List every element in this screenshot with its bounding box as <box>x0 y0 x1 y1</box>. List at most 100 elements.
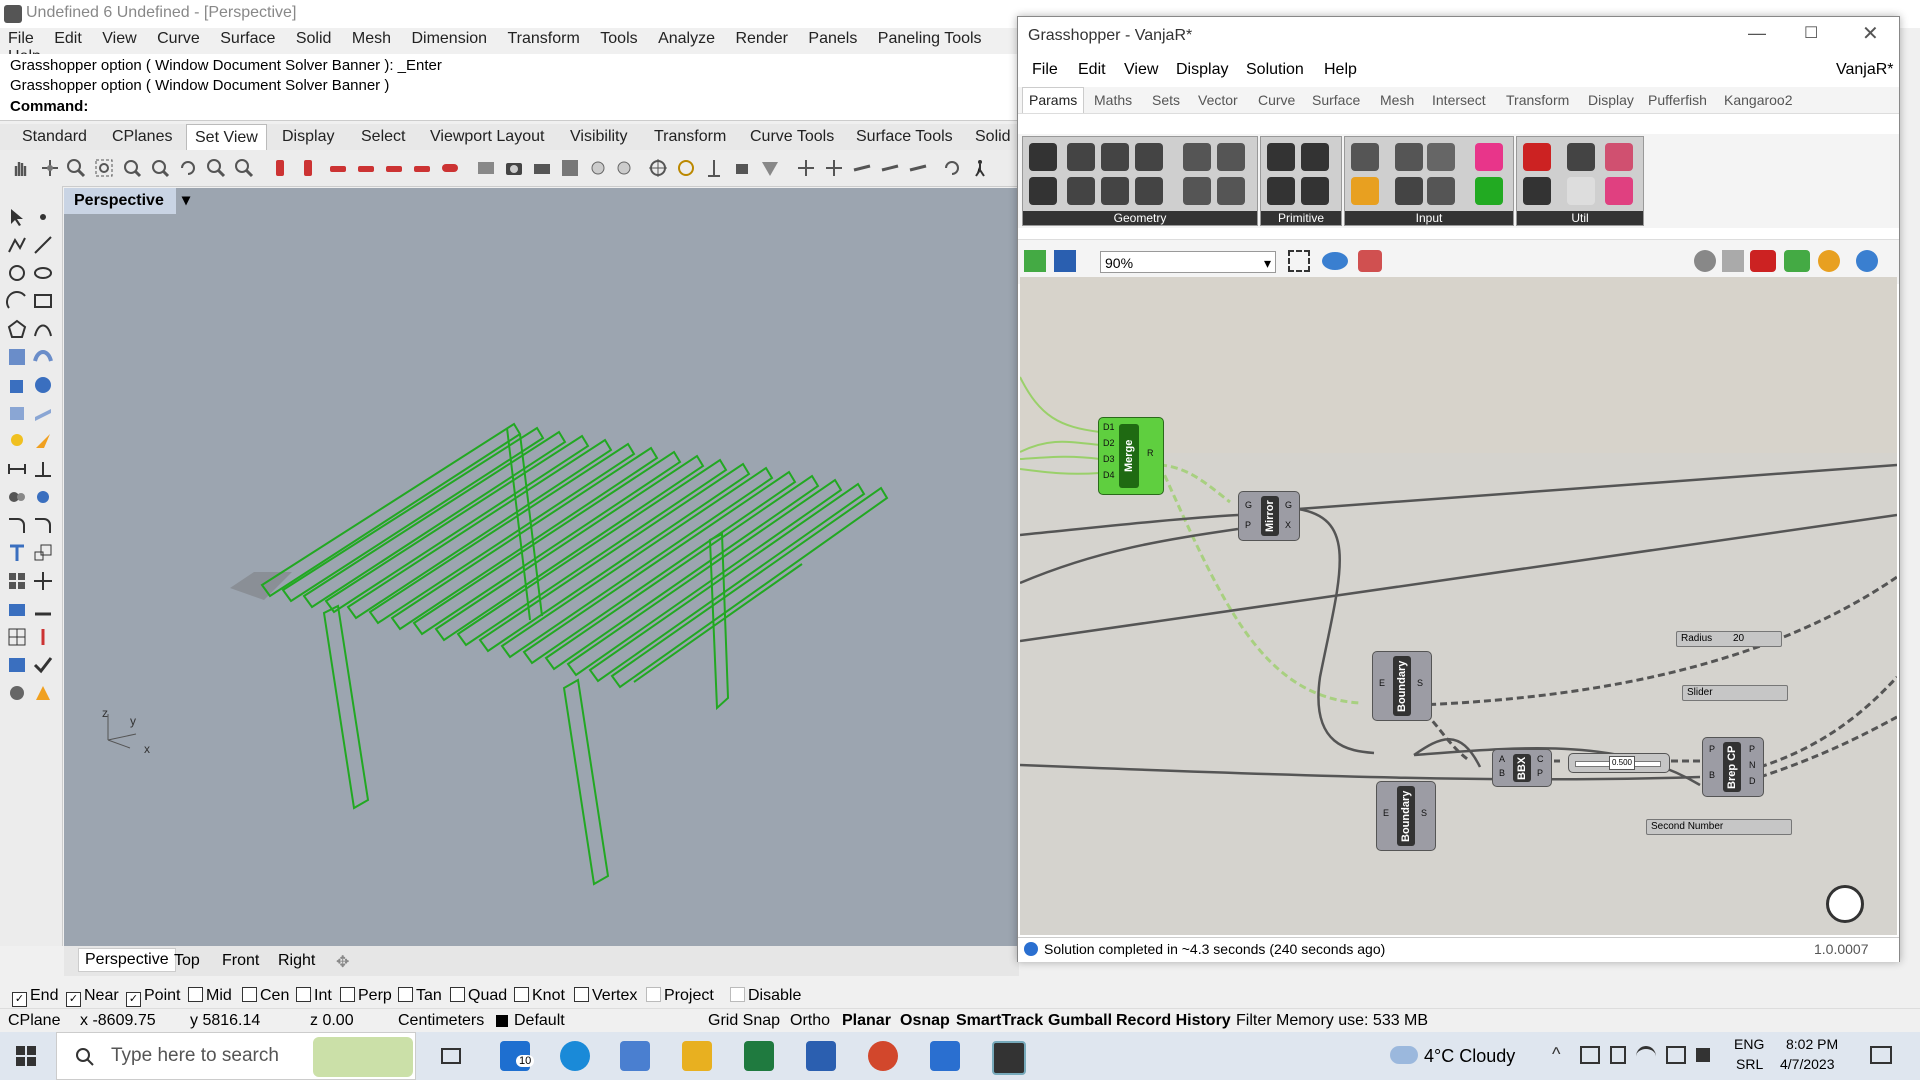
sun-icon[interactable] <box>614 158 634 178</box>
gh-document-name[interactable]: VanjaR* <box>1836 61 1894 79</box>
osnap-perp[interactable]: Perp <box>340 987 392 1005</box>
osnap-near[interactable]: ✓ Near <box>66 987 119 1007</box>
gh-tab-maths[interactable]: Maths <box>1094 92 1132 108</box>
zoom-window-icon[interactable] <box>94 158 114 178</box>
tab-standard[interactable]: Standard <box>22 128 87 146</box>
light-icon[interactable] <box>588 158 608 178</box>
gh-tab-sets[interactable]: Sets <box>1152 92 1180 108</box>
import-icon[interactable] <box>1351 143 1379 171</box>
windows-start-icon[interactable] <box>16 1046 36 1066</box>
brep-param-icon[interactable] <box>1183 143 1211 171</box>
swap-icon[interactable] <box>760 158 780 178</box>
osnap-quad[interactable]: Quad <box>450 987 507 1005</box>
tree-icon[interactable] <box>1523 177 1551 205</box>
sphere-preview-icon[interactable] <box>1856 250 1878 272</box>
gh-tab-params[interactable]: Params <box>1022 87 1085 113</box>
taskbar-search[interactable]: Type here to search <box>56 1032 416 1080</box>
store-icon[interactable] <box>620 1041 650 1071</box>
zoom-icon[interactable] <box>66 158 86 178</box>
surface-icon[interactable] <box>6 346 28 368</box>
tab-surface-tools[interactable]: Surface Tools <box>856 128 953 146</box>
mesh-icon[interactable] <box>32 402 54 424</box>
mirror-input-p[interactable]: P <box>1245 520 1251 530</box>
cylinder-icon[interactable] <box>6 402 28 424</box>
curve-param-icon[interactable] <box>1135 143 1163 171</box>
lang2-label[interactable]: SRL <box>1736 1056 1763 1072</box>
perspective-viewport[interactable]: Perspective ▾ z y x <box>64 188 1019 946</box>
menu-panels[interactable]: Panels <box>808 30 857 48</box>
paint-icon[interactable] <box>32 682 54 704</box>
light-bulb-icon[interactable] <box>6 430 28 452</box>
pergola-model[interactable] <box>64 188 1019 946</box>
undo-view-icon[interactable] <box>178 158 198 178</box>
bbx-output-c[interactable]: C <box>1537 754 1544 764</box>
polygon-icon[interactable] <box>6 318 28 340</box>
gh-tab-surface[interactable]: Surface <box>1312 92 1360 108</box>
merge-input-d4[interactable]: D4 <box>1103 470 1115 480</box>
cplane-label[interactable]: CPlane <box>8 1012 60 1030</box>
zoom-extents-icon[interactable] <box>1288 250 1310 272</box>
current-layer[interactable]: Default <box>514 1012 565 1030</box>
plane-icon[interactable] <box>908 158 928 178</box>
osnap-tan[interactable]: Tan <box>398 987 442 1005</box>
car-icon[interactable] <box>384 158 404 178</box>
gumball-toggle[interactable]: Gumball <box>1048 1012 1112 1030</box>
group-icon[interactable] <box>6 486 28 508</box>
tab-select[interactable]: Select <box>361 128 405 146</box>
arc-icon[interactable] <box>6 290 28 312</box>
osnap-project[interactable]: Project <box>646 987 714 1005</box>
offset-icon[interactable] <box>32 514 54 536</box>
plan-icon[interactable] <box>704 158 724 178</box>
navigation-wheel-icon[interactable] <box>1826 885 1864 923</box>
line-icon[interactable] <box>32 234 54 256</box>
wireframe-preview-icon[interactable] <box>1694 250 1716 272</box>
task-view-icon[interactable] <box>436 1041 466 1071</box>
boundary-input-e[interactable]: E <box>1383 808 1389 818</box>
osnap-int[interactable]: Int <box>296 987 332 1005</box>
zoom-out-icon[interactable] <box>206 158 226 178</box>
gh-menu-file[interactable]: File <box>1032 61 1058 79</box>
menu-analyze[interactable]: Analyze <box>658 30 715 48</box>
gh-menu-view[interactable]: View <box>1124 61 1158 79</box>
check-icon[interactable] <box>32 654 54 676</box>
record-history-toggle[interactable]: Record History <box>1116 1012 1231 1030</box>
rotate-icon[interactable] <box>942 158 962 178</box>
geometry-param-icon[interactable] <box>1029 143 1057 171</box>
preview-mesh-icon[interactable] <box>1784 250 1810 272</box>
plane-icon[interactable] <box>852 158 872 178</box>
flask-icon[interactable] <box>1605 177 1633 205</box>
brep-cp-input-b[interactable]: B <box>1709 770 1715 780</box>
units[interactable]: Centimeters <box>398 1012 484 1030</box>
pin-icon[interactable] <box>32 626 54 648</box>
number-slider[interactable]: 0.500 <box>1568 753 1670 773</box>
surface-edge-icon[interactable] <box>32 346 54 368</box>
menu-solid[interactable]: Solid <box>296 30 332 48</box>
powerpoint-icon[interactable] <box>868 1041 898 1071</box>
zoom-one-icon[interactable] <box>234 158 254 178</box>
analyze-icon[interactable] <box>6 682 28 704</box>
gh-canvas[interactable]: Merge D1 D2 D3 D4 R Mirror G P G X Bound… <box>1020 277 1897 935</box>
selected-preview-icon[interactable] <box>1750 250 1776 272</box>
notifications-icon[interactable] <box>1870 1046 1892 1064</box>
tab-front[interactable]: Front <box>222 952 259 970</box>
preview-eye-icon[interactable] <box>1322 252 1348 270</box>
tab-set-view[interactable]: Set View <box>186 124 267 150</box>
named-view-icon[interactable] <box>476 158 496 178</box>
weather[interactable]: 4°C Cloudy <box>1424 1046 1515 1067</box>
boundary-output-s[interactable]: S <box>1421 808 1427 818</box>
bbx-input-a[interactable]: A <box>1499 754 1505 764</box>
merge-output-r[interactable]: R <box>1147 448 1154 458</box>
calendar-icon[interactable] <box>930 1041 960 1071</box>
line-param-icon[interactable] <box>1029 177 1057 205</box>
tab-cplanes[interactable]: CPlanes <box>112 128 172 146</box>
tab-perspective[interactable]: Perspective <box>78 948 176 972</box>
gh-tab-intersect[interactable]: Intersect <box>1432 92 1486 108</box>
word-icon[interactable] <box>806 1041 836 1071</box>
grid-icon[interactable] <box>6 626 28 648</box>
osnap-toggle[interactable]: Osnap <box>900 1012 950 1030</box>
tab-right[interactable]: Right <box>278 952 315 970</box>
camera-target-icon[interactable] <box>734 158 754 178</box>
open-file-icon[interactable] <box>1024 250 1046 272</box>
relay-icon[interactable] <box>1567 177 1595 205</box>
second-number-panel[interactable]: Second Number <box>1646 819 1792 835</box>
